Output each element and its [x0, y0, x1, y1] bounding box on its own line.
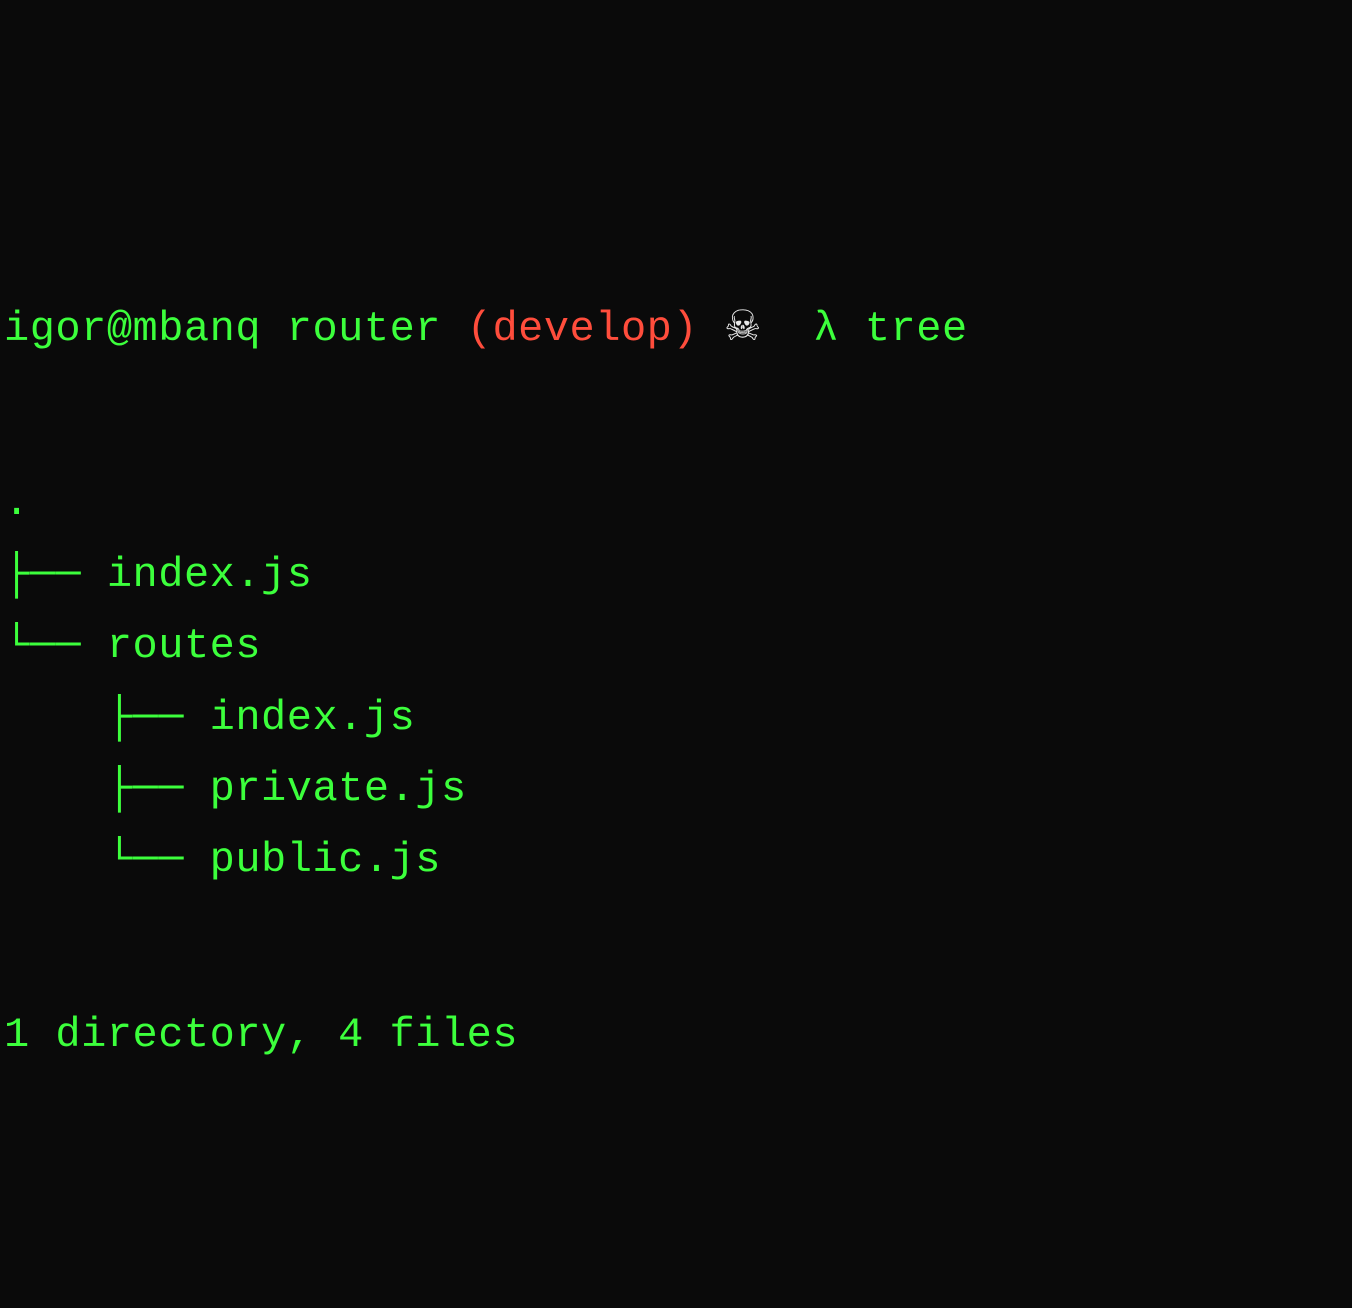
prompt-space1: [261, 305, 287, 353]
prompt-space2: [441, 305, 467, 353]
prompt-space4: [762, 305, 813, 353]
tree-line-prefix: ├──: [4, 551, 107, 599]
tree-line-prefix: └──: [4, 622, 107, 670]
lambda-icon: λ: [813, 305, 839, 353]
tree-line-name: private.js: [210, 765, 467, 813]
prompt-user-host: igor@mbanq: [4, 305, 261, 353]
prompt-directory: router: [287, 305, 441, 353]
tree-line-prefix: └──: [4, 836, 210, 884]
tree-root: .: [4, 479, 30, 527]
tree-line-name: index.js: [107, 551, 313, 599]
tree-line-name: public.js: [210, 836, 441, 884]
branch-name: develop: [492, 305, 672, 353]
tree-line-name: index.js: [210, 694, 416, 742]
branch-open: (: [467, 305, 493, 353]
skull-icon: ☠: [724, 305, 762, 353]
shell-prompt[interactable]: igor@mbanq router (develop) ☠ λ tree: [4, 294, 1348, 365]
command-text: tree: [865, 305, 968, 353]
tree-output: . ├── index.js └── routes ├── index.js ├…: [4, 468, 1348, 896]
prompt-space3: [698, 305, 724, 353]
tree-line-prefix: ├──: [4, 765, 210, 813]
branch-close: ): [672, 305, 698, 353]
tree-summary: 1 directory, 4 files: [4, 1000, 1348, 1071]
tree-line-name: routes: [107, 622, 261, 670]
tree-line-prefix: ├──: [4, 694, 210, 742]
prompt-space5: [839, 305, 865, 353]
